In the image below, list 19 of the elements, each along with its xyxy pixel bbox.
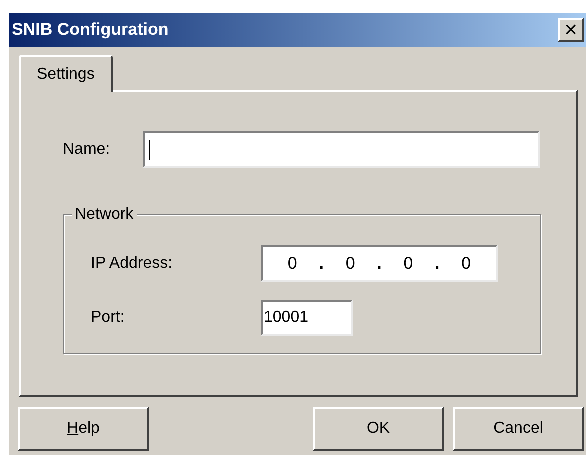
port-label: Port: (91, 308, 126, 328)
window-title: SNIB Configuration (12, 19, 169, 42)
ip-separator: . (377, 252, 382, 275)
ip-octet: 0 (346, 252, 356, 275)
ip-octet: 0 (288, 252, 298, 275)
dialog-button[interactable]: OK (313, 407, 444, 451)
close-button[interactable]: × (558, 18, 584, 42)
ip-separator: . (435, 252, 440, 275)
dialog-button[interactable]: Help (18, 407, 149, 451)
port-input-field[interactable]: 10001 (261, 300, 353, 336)
ip-separator: . (319, 252, 324, 275)
name-input-field[interactable] (143, 131, 540, 168)
ip-octet: 0 (404, 252, 414, 275)
ip-octet: 0 (462, 252, 472, 275)
tab[interactable]: Settings (19, 55, 113, 92)
ip-address-field[interactable]: 0 . 0 . 0 . 0 (261, 245, 498, 282)
dialog-button[interactable]: Cancel (453, 407, 584, 451)
name-label: Name: (63, 140, 112, 160)
ip-address-label: IP Address: (91, 254, 174, 274)
